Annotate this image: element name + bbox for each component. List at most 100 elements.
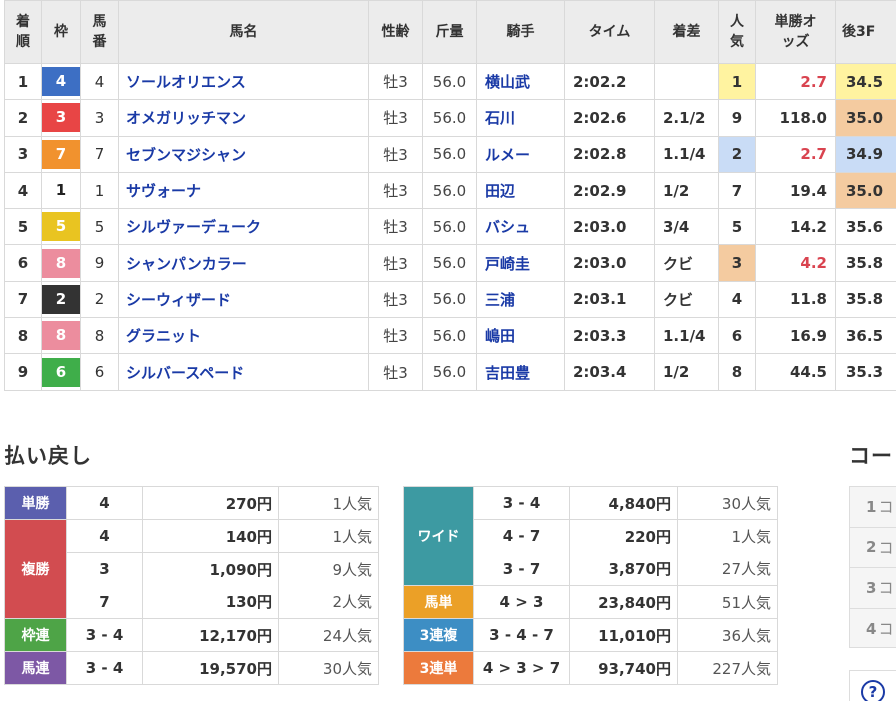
- combo-fukusho-1: 4: [66, 519, 143, 553]
- course-item-text: コ: [878, 538, 894, 557]
- pop-umaren: 30人気: [278, 651, 379, 685]
- course-item-2[interactable]: 2コ: [850, 528, 896, 568]
- header-odds-text: 単勝オッズ: [774, 14, 817, 50]
- cell-waku: 4: [41, 62, 81, 101]
- yen-sanrenpuku: 11,010円: [569, 618, 678, 652]
- cell-last3f: 35.6: [835, 208, 896, 246]
- combo-wide-2: 4 - 7: [473, 519, 570, 553]
- cell-time: 2:03.4: [564, 353, 655, 391]
- course-item-4[interactable]: 4コ: [850, 609, 896, 650]
- payout-row-sanrenpuku: 3連複 3 - 4 - 7 11,010円 36人気: [403, 618, 778, 652]
- cell-last3f: 35.0: [835, 99, 896, 137]
- cell-popularity: 1: [718, 62, 756, 101]
- label-sanrentan: 3連単: [403, 651, 474, 685]
- cell-odds: 11.8: [755, 280, 836, 319]
- yen-wide-2: 220円: [569, 519, 678, 553]
- header-name: 馬名: [118, 0, 369, 64]
- cell-waku: 7: [41, 135, 81, 173]
- cell-odds: 118.0: [755, 99, 836, 137]
- jockey-link[interactable]: 戸崎圭: [476, 244, 565, 282]
- cell-sex-age: 牡3: [368, 317, 423, 355]
- yen-fukusho-2: 1,090円: [142, 552, 279, 586]
- combo-wide-1: 3 - 4: [473, 486, 570, 520]
- cell-time: 2:02.6: [564, 99, 655, 137]
- cell-margin: 3/4: [654, 208, 719, 246]
- horse-name-link[interactable]: グラニット: [118, 317, 369, 355]
- horse-name-link[interactable]: シルバースペード: [118, 353, 369, 391]
- course-item-1[interactable]: 1コ: [850, 487, 896, 528]
- label-fukusho: 複勝: [4, 519, 67, 619]
- cell-margin: [654, 62, 719, 101]
- header-rank: 着順: [4, 0, 42, 64]
- table-row: 6 8 9 シャンパンカラー 牡3 56.0 戸崎圭 2:03.0 クビ 3 4.2 35.8: [4, 244, 896, 282]
- cell-odds: 14.2: [755, 208, 836, 246]
- horse-name-link[interactable]: シャンパンカラー: [118, 244, 369, 282]
- jockey-link[interactable]: 吉田豊: [476, 353, 565, 391]
- yen-sanrentan: 93,740円: [569, 651, 678, 685]
- cell-last3f: 34.5: [835, 62, 896, 101]
- payout-row-wakuren: 枠連 3 - 4 12,170円 24人気: [4, 618, 379, 652]
- pop-wide-3: 27人気: [677, 552, 778, 586]
- cell-sex-age: 牡3: [368, 353, 423, 391]
- cell-odds: 19.4: [755, 171, 836, 210]
- cell-time: 2:03.1: [564, 280, 655, 319]
- cell-time: 2:03.0: [564, 244, 655, 282]
- combo-wakuren: 3 - 4: [66, 618, 143, 652]
- cell-num: 8: [80, 317, 119, 355]
- help-button[interactable]: ?: [849, 670, 896, 701]
- header-jockey: 騎手: [476, 0, 565, 64]
- pop-fukusho-2: 9人気: [278, 552, 379, 586]
- cell-num: 5: [80, 208, 119, 246]
- table-row: 5 5 5 シルヴァーデューク 牡3 56.0 バシュ 2:03.0 3/4 5 14.2 35.6: [4, 208, 896, 246]
- cell-waku: 6: [41, 353, 81, 391]
- cell-waku: 3: [41, 99, 81, 137]
- cell-weight: 56.0: [422, 171, 477, 210]
- pop-fukusho-3: 2人気: [278, 585, 379, 619]
- cell-weight: 56.0: [422, 208, 477, 246]
- header-num-text: 馬番: [92, 14, 107, 50]
- table-row: 2 3 3 オメガリッチマン 牡3 56.0 石川 2:02.6 2.1/2 9 118.0 35.0: [4, 99, 896, 137]
- label-wakuren: 枠連: [4, 618, 67, 652]
- jockey-link[interactable]: 石川: [476, 99, 565, 137]
- jockey-link[interactable]: 田辺: [476, 171, 565, 210]
- horse-name-link[interactable]: サヴォーナ: [118, 171, 369, 210]
- cell-time: 2:02.9: [564, 171, 655, 210]
- jockey-link[interactable]: 三浦: [476, 280, 565, 319]
- cell-last3f: 35.0: [835, 171, 896, 210]
- course-title: コー: [849, 444, 893, 468]
- pop-sanrenpuku: 36人気: [677, 618, 778, 652]
- cell-weight: 56.0: [422, 353, 477, 391]
- payout-row-fukusho-1: 複勝 4 140円 1人気: [4, 519, 379, 619]
- cell-rank: 9: [4, 353, 42, 391]
- jockey-link[interactable]: 嶋田: [476, 317, 565, 355]
- horse-name-link[interactable]: セブンマジシャン: [118, 135, 369, 173]
- cell-sex-age: 牡3: [368, 171, 423, 210]
- waku-badge: 2: [42, 284, 80, 314]
- label-umaren: 馬連: [4, 651, 67, 685]
- payout-table-left: 単勝 4 270円 1人気 複勝 4 140円 1人気 3 1,090円 9人気…: [4, 486, 379, 685]
- horse-name-link[interactable]: シルヴァーデューク: [118, 208, 369, 246]
- horse-name-link[interactable]: シーウィザード: [118, 280, 369, 319]
- jockey-link[interactable]: ルメー: [476, 135, 565, 173]
- header-pop: 人気: [718, 0, 756, 64]
- cell-sex-age: 牡3: [368, 135, 423, 173]
- horse-name-link[interactable]: オメガリッチマン: [118, 99, 369, 137]
- horse-name-link[interactable]: ソールオリエンス: [118, 62, 369, 101]
- cell-weight: 56.0: [422, 280, 477, 319]
- jockey-link[interactable]: バシュ: [476, 208, 565, 246]
- cell-weight: 56.0: [422, 317, 477, 355]
- cell-time: 2:03.3: [564, 317, 655, 355]
- results-body: 1 4 4 ソールオリエンス 牡3 56.0 横山武 2:02.2 1 2.7 34.5 2 3 3 オメガ…: [4, 62, 896, 391]
- jockey-link[interactable]: 横山武: [476, 62, 565, 101]
- pop-sanrentan: 227人気: [677, 651, 778, 685]
- results-table: 着順 枠 馬番 馬名 性齢 斤量 騎手 タイム 着差 人気 単勝オッズ 後3F …: [4, 0, 896, 391]
- payout-title: 払い戻し: [4, 444, 92, 468]
- combo-umatan: 4 > 3: [473, 585, 570, 619]
- cell-popularity: 8: [718, 353, 756, 391]
- course-item-3[interactable]: 3コ: [850, 568, 896, 609]
- cell-popularity: 5: [718, 208, 756, 246]
- course-item-text: コ: [878, 620, 894, 639]
- cell-odds: 2.7: [755, 62, 836, 101]
- pop-fukusho-1: 1人気: [278, 519, 379, 553]
- cell-rank: 8: [4, 317, 42, 355]
